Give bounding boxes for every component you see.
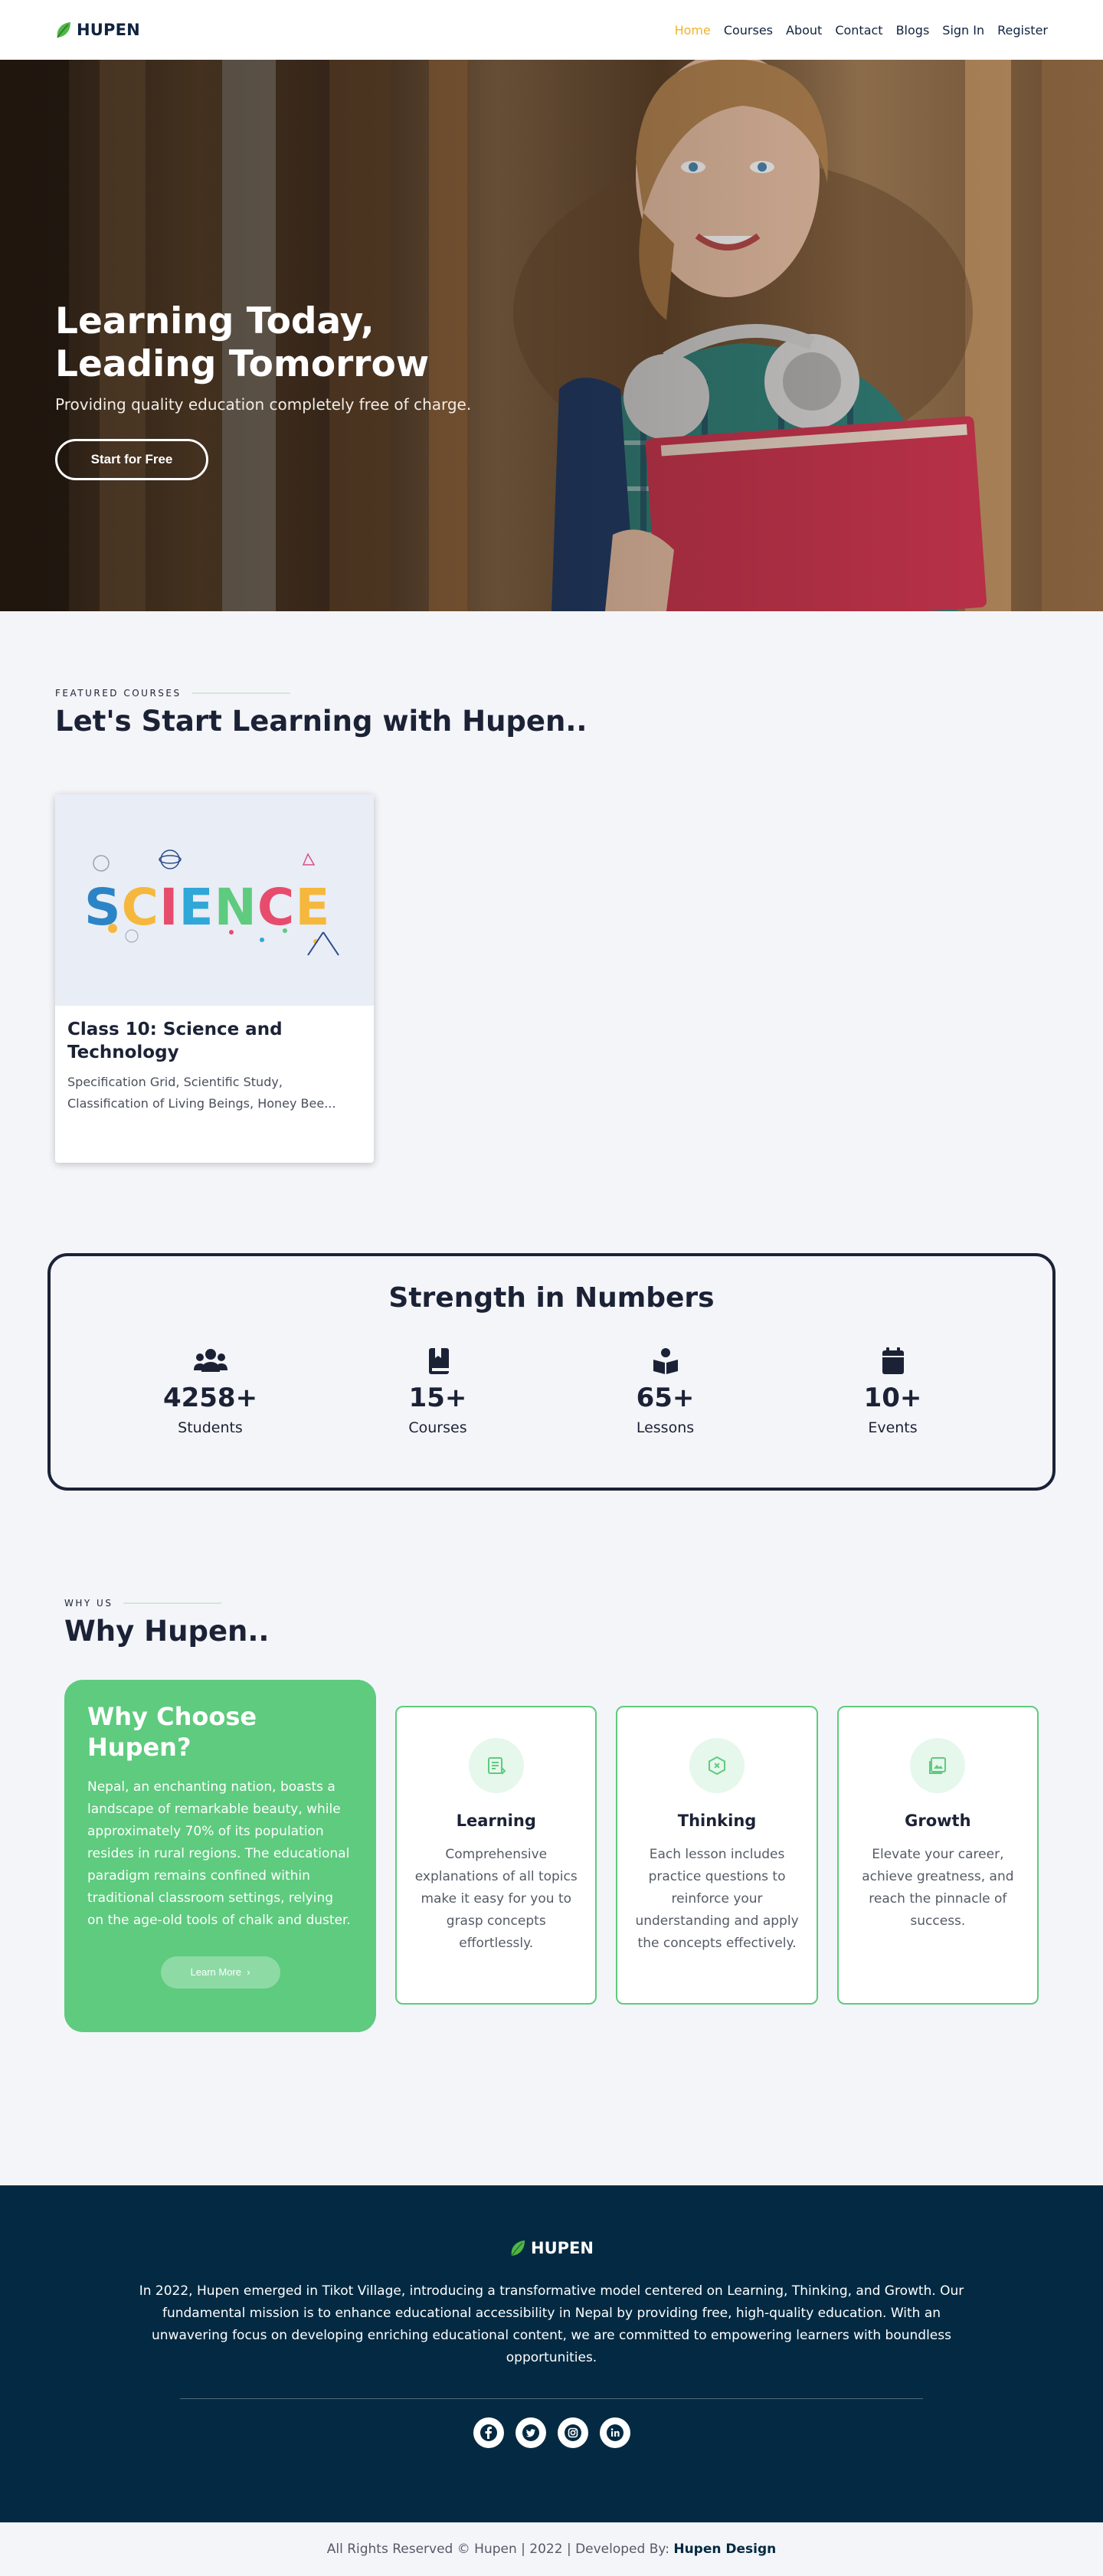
course-body: Class 10: Science and Technology Specifi… (55, 1006, 374, 1127)
feature-card-learning: Learning Comprehensive explanations of a… (395, 1706, 597, 2005)
hexagon-icon (689, 1738, 745, 1793)
stat-value: 4258+ (162, 1383, 258, 1413)
stat-courses: 15+ Courses (362, 1347, 515, 1436)
course-title[interactable]: Class 10: Science and Technology (67, 1018, 362, 1064)
navbar: HUPEN Home Courses About Contact Blogs S… (0, 0, 1103, 60)
users-icon (193, 1349, 227, 1372)
footer-divider (180, 2398, 923, 2399)
feature-title: Thinking (677, 1812, 757, 1830)
featured-eyebrow: FEATURED COURSES (55, 688, 1048, 699)
footer-brand[interactable]: HUPEN (509, 2239, 594, 2257)
leaf-icon (57, 22, 70, 38)
image-icon (910, 1738, 966, 1793)
instagram-icon[interactable] (557, 2417, 588, 2448)
stat-label: Courses (408, 1419, 467, 1436)
calendar-icon (882, 1347, 904, 1374)
hero-title: Learning Today, Leading Tomorrow (55, 300, 545, 386)
facebook-icon[interactable] (473, 2417, 504, 2448)
feature-title: Growth (905, 1812, 971, 1830)
stat-events: 10+ Events (817, 1347, 970, 1436)
feature-text: Elevate your career, achieve greatness, … (862, 1847, 1014, 1929)
learn-more-button[interactable]: Learn More › (160, 1956, 280, 1988)
brand-name: HUPEN (77, 21, 140, 39)
footer-brand-name: HUPEN (531, 2239, 594, 2257)
hero-title-line2: Leading Tomorrow (55, 343, 430, 385)
nav-about[interactable]: About (786, 23, 822, 38)
leaf-icon (511, 2240, 525, 2257)
course-card[interactable]: SCIENCE Class 10: Science and Technology… (55, 794, 374, 1163)
course-thumbnail: SCIENCE (55, 794, 374, 1006)
why-row: Why Choose Hupen? Nepal, an enchanting n… (64, 1680, 1039, 2032)
nav-contact[interactable]: Contact (835, 23, 882, 38)
nav-sign-in[interactable]: Sign In (942, 23, 984, 38)
why-choose-text: Nepal, an enchanting nation, boasts a la… (87, 1779, 351, 1928)
course-description: Specification Grid, Scientific Study, Cl… (67, 1075, 336, 1111)
eyebrow-divider (123, 1602, 222, 1604)
stat-lessons: 65+ Lessons (589, 1347, 742, 1436)
why-choose-title: Why Choose Hupen? (87, 1702, 257, 1762)
stats-panel: Strength in Numbers 4258+ Students 15+ C… (47, 1253, 1056, 1491)
why-eyebrow: WHY US (64, 1598, 1039, 1609)
stat-students: 4258+ Students (134, 1347, 287, 1436)
eyebrow-divider (191, 692, 290, 694)
stats-row: 4258+ Students 15+ Courses 65+ Lessons 1… (51, 1347, 1052, 1436)
book-icon (428, 1348, 449, 1374)
stat-label: Students (178, 1419, 243, 1436)
hero-banner: Learning Today, Leading Tomorrow Providi… (0, 60, 1103, 611)
stat-value: 15+ (408, 1383, 467, 1413)
featured-title: Let's Start Learning with Hupen.. (55, 705, 588, 738)
footer: HUPEN In 2022, Hupen emerged in Tikot Vi… (0, 2185, 1103, 2522)
why-choose-panel: Why Choose Hupen? Nepal, an enchanting n… (64, 1680, 377, 2032)
stat-value: 65+ (636, 1383, 695, 1413)
science-illustration: SCIENCE (84, 849, 339, 956)
stats-title: Strength in Numbers (388, 1282, 715, 1314)
feature-text: Comprehensive explanations of all topics… (414, 1847, 578, 1951)
why-eyebrow-text: WHY US (64, 1598, 113, 1609)
why-section: WHY US Why Hupen.. Why Choose Hupen? Nep… (0, 1491, 1103, 2032)
science-word: SCIENCE (84, 878, 330, 937)
hero-subtitle: Providing quality education completely f… (55, 395, 472, 414)
feature-card-growth: Growth Elevate your career, achieve grea… (836, 1706, 1039, 2005)
copyright-text: All Rights Reserved © Hupen | 2022 | Dev… (326, 2542, 669, 2557)
social-links (0, 2417, 1103, 2448)
feature-text: Each lesson includes practice questions … (635, 1847, 799, 1951)
hero-title-line1: Learning Today, (55, 300, 375, 342)
featured-eyebrow-text: FEATURED COURSES (55, 688, 182, 699)
stat-label: Lessons (636, 1419, 695, 1436)
copyright-bar: All Rights Reserved © Hupen | 2022 | Dev… (0, 2522, 1103, 2576)
nav-courses[interactable]: Courses (724, 23, 773, 38)
feature-card-thinking: Thinking Each lesson includes practice q… (616, 1706, 818, 2005)
stat-value: 10+ (863, 1383, 922, 1413)
nav-blogs[interactable]: Blogs (896, 23, 930, 38)
developer-link[interactable]: Hupen Design (673, 2542, 776, 2557)
hero-content: Learning Today, Leading Tomorrow Providi… (55, 300, 545, 480)
notes-icon (468, 1738, 524, 1793)
featured-courses-section: FEATURED COURSES Let's Start Learning wi… (0, 611, 1103, 1163)
stat-label: Events (868, 1419, 918, 1436)
feature-title: Learning (456, 1812, 536, 1830)
linkedin-icon[interactable] (599, 2417, 630, 2448)
learn-more-label: Learn More (190, 1966, 241, 1978)
twitter-icon[interactable] (515, 2417, 546, 2448)
why-title: Why Hupen.. (64, 1615, 270, 1648)
open-book-reader-icon (653, 1348, 678, 1374)
nav-menu: Home Courses About Contact Blogs Sign In… (675, 23, 1048, 38)
chevron-right-icon: › (244, 1966, 250, 1978)
start-for-free-button[interactable]: Start for Free (55, 439, 208, 480)
brand-logo[interactable]: HUPEN (55, 21, 140, 39)
footer-about-text: In 2022, Hupen emerged in Tikot Village,… (139, 2283, 964, 2365)
nav-register[interactable]: Register (997, 23, 1048, 38)
nav-home[interactable]: Home (675, 23, 711, 38)
